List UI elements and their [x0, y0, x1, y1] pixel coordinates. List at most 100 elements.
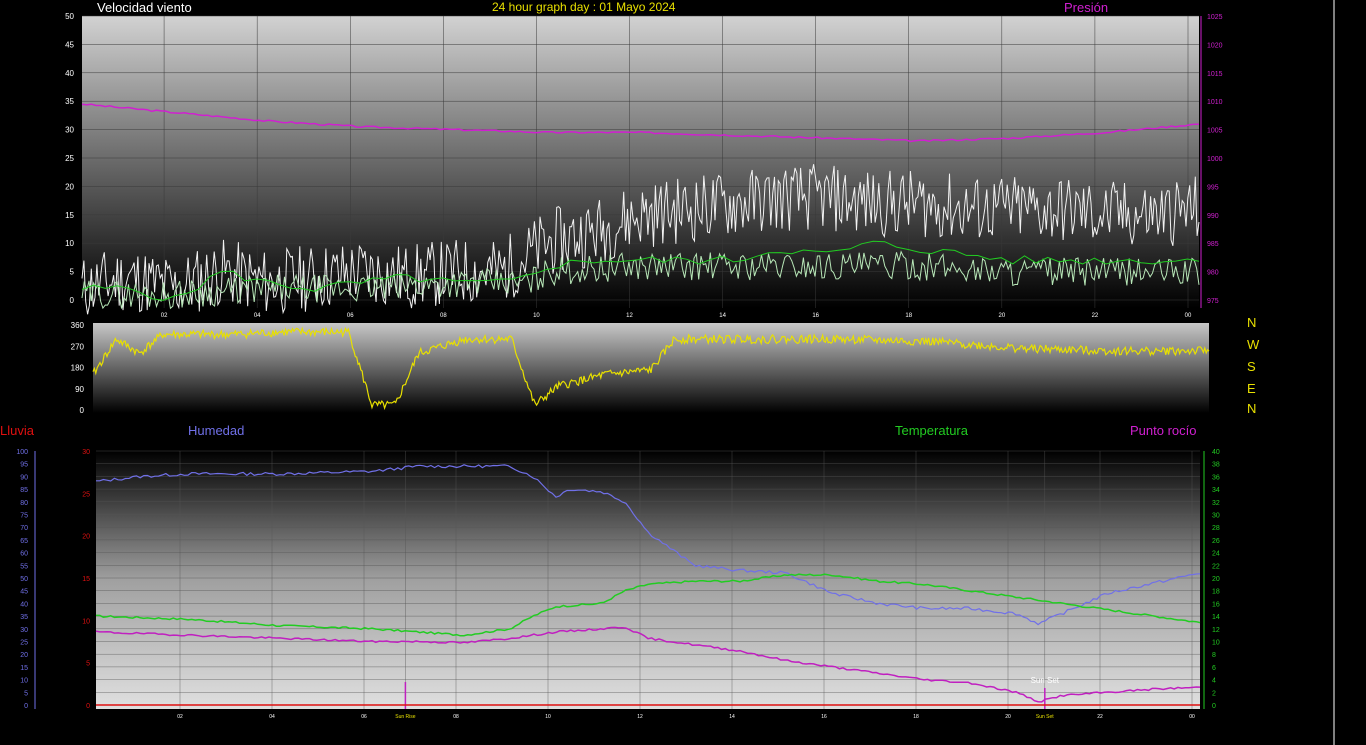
pressure-right-tick-label: 1010	[1207, 99, 1223, 106]
rain-tick-label: 25	[82, 491, 90, 498]
temp-x-tick-label: 00	[1189, 714, 1195, 720]
pressure-right-tick-label: 990	[1207, 213, 1219, 220]
temp-x-tick-label: 06	[361, 714, 367, 720]
rain-tick-label: 0	[86, 703, 90, 710]
temp-right-tick-label: 20	[1212, 576, 1220, 583]
humidity-tick-label: 45	[20, 589, 28, 596]
wind-x-tick-label: 18	[905, 313, 912, 319]
weather-charts-svg: 0510152025303540455097598098599099510001…	[16, 0, 1335, 745]
humidity-tick-label: 75	[20, 513, 28, 520]
rain-tick-label: 30	[82, 449, 90, 456]
wind-x-tick-label: 06	[347, 313, 354, 319]
pressure-right-tick-label: 985	[1207, 241, 1219, 248]
temp-right-tick-label: 40	[1212, 449, 1220, 456]
humidity-tick-label: 90	[20, 474, 28, 481]
temp-right-tick-label: 4	[1212, 678, 1216, 685]
wind-left-tick-label: 45	[65, 40, 74, 49]
temp-right-tick-label: 38	[1212, 462, 1220, 469]
rain-tick-label: 15	[82, 576, 90, 583]
temp-x-tick-label: Sun Rise	[395, 714, 416, 720]
wind-x-tick-label: 16	[812, 313, 819, 319]
temp-right-tick-label: 24	[1212, 551, 1220, 558]
temp-right-tick-label: 32	[1212, 500, 1220, 507]
temp-x-tick-label: 10	[545, 714, 551, 720]
humidity-tick-label: 100	[16, 449, 28, 456]
pressure-right-tick-label: 975	[1207, 298, 1219, 305]
temp-right-tick-label: 34	[1212, 487, 1220, 494]
temp-x-tick-label: 12	[637, 714, 643, 720]
temp-right-tick-label: 36	[1212, 474, 1220, 481]
humidity-tick-label: 55	[20, 563, 28, 570]
wind-left-tick-label: 40	[65, 69, 74, 78]
wind-left-tick-label: 20	[65, 182, 74, 191]
wind-x-tick-label: 20	[998, 313, 1005, 319]
pressure-right-tick-label: 1005	[1207, 128, 1223, 135]
humidity-tick-label: 5	[24, 690, 28, 697]
pressure-right-tick-label: 1025	[1207, 14, 1223, 21]
rain-tick-label: 20	[82, 534, 90, 541]
humidity-tick-label: 20	[20, 652, 28, 659]
wind-left-tick-label: 30	[65, 126, 74, 135]
humidity-tick-label: 50	[20, 576, 28, 583]
wind-left-tick-label: 15	[65, 211, 74, 220]
sunset-annotation: Sun Set	[1031, 676, 1060, 685]
humidity-tick-label: 30	[20, 627, 28, 634]
temp-right-tick-label: 12	[1212, 627, 1220, 634]
wind-left-tick-label: 25	[65, 154, 74, 163]
temp-right-tick-label: 18	[1212, 589, 1220, 596]
temp-right-tick-label: 30	[1212, 513, 1220, 520]
wind-x-tick-label: 00	[1185, 313, 1192, 319]
humidity-tick-label: 85	[20, 487, 28, 494]
direction-plot-background	[93, 323, 1209, 413]
temp-x-tick-label: 22	[1097, 714, 1103, 720]
direction-tick-label: 360	[71, 321, 85, 330]
humidity-tick-label: 25	[20, 640, 28, 647]
wind-left-tick-label: 35	[65, 97, 74, 106]
pressure-right-tick-label: 1015	[1207, 71, 1223, 78]
temp-right-tick-label: 28	[1212, 525, 1220, 532]
direction-tick-label: 270	[71, 342, 85, 351]
temp-right-tick-label: 16	[1212, 601, 1220, 608]
humidity-tick-label: 35	[20, 614, 28, 621]
humidity-tick-label: 80	[20, 500, 28, 507]
wind-left-tick-label: 50	[65, 12, 74, 21]
temp-right-tick-label: 26	[1212, 538, 1220, 545]
wind-x-tick-label: 04	[254, 313, 261, 319]
temp-x-tick-label: 14	[729, 714, 735, 720]
temp-right-tick-label: 22	[1212, 563, 1220, 570]
humidity-tick-label: 70	[20, 525, 28, 532]
wind-left-tick-label: 5	[70, 268, 75, 277]
humidity-tick-label: 10	[20, 678, 28, 685]
wind-x-tick-label: 08	[440, 313, 447, 319]
direction-tick-label: 0	[80, 406, 85, 415]
temp-x-tick-label: 18	[913, 714, 919, 720]
wind-left-tick-label: 10	[65, 239, 74, 248]
chart-stage: Velocidad viento 24 hour graph day : 01 …	[0, 0, 1366, 745]
direction-tick-label: 90	[75, 385, 84, 394]
humidity-tick-label: 65	[20, 538, 28, 545]
humidity-tick-label: 95	[20, 462, 28, 469]
pressure-right-tick-label: 1020	[1207, 42, 1223, 49]
wind-x-tick-label: 22	[1092, 313, 1099, 319]
pressure-right-tick-label: 980	[1207, 270, 1219, 277]
temp-plot-background	[96, 451, 1200, 709]
pressure-right-tick-label: 1000	[1207, 156, 1223, 163]
humidity-tick-label: 60	[20, 551, 28, 558]
rain-tick-label: 5	[86, 661, 90, 668]
humidity-tick-label: 40	[20, 601, 28, 608]
temp-x-tick-label: 08	[453, 714, 459, 720]
temp-right-tick-label: 2	[1212, 690, 1216, 697]
wind-left-tick-label: 0	[70, 296, 75, 305]
wind-x-tick-label: 02	[161, 313, 168, 319]
temp-right-tick-label: 8	[1212, 652, 1216, 659]
temp-right-tick-label: 6	[1212, 665, 1216, 672]
temp-x-tick-label: 04	[269, 714, 275, 720]
temp-x-tick-label: 20	[1005, 714, 1011, 720]
temp-x-tick-label: 02	[177, 714, 183, 720]
temp-right-tick-label: 0	[1212, 703, 1216, 710]
direction-tick-label: 180	[71, 364, 85, 373]
wind-x-tick-label: 10	[533, 313, 540, 319]
wind-x-tick-label: 14	[719, 313, 726, 319]
temp-x-tick-label: 16	[821, 714, 827, 720]
humidity-tick-label: 0	[24, 703, 28, 710]
